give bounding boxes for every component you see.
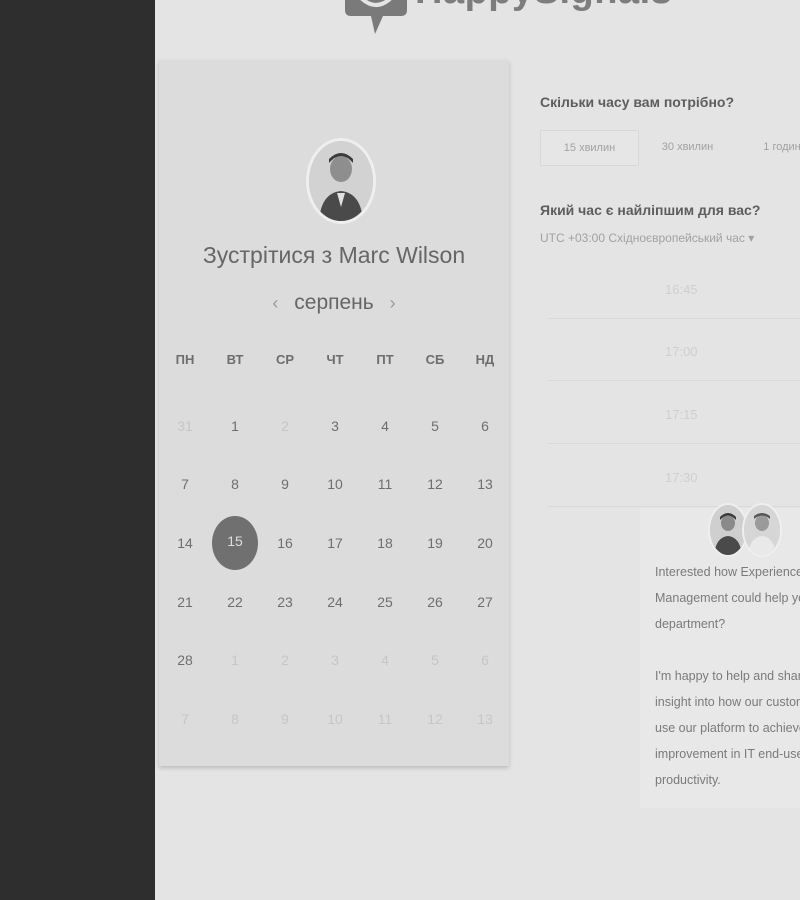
timezone-label: UTC +03:00 Східноєвропейський час (540, 231, 745, 245)
weekday-label: ВТ (226, 352, 244, 367)
calendar-day[interactable]: 16 (263, 521, 307, 565)
calendar-day: 1 (231, 652, 239, 668)
calendar-day[interactable]: 10 (313, 462, 357, 506)
booking-panel: Скільки часу вам потрібно? 15 хвилин 30 … (540, 0, 800, 900)
calendar-day: 7 (181, 711, 189, 727)
duration-option-15[interactable]: 15 хвилин (540, 130, 639, 166)
time-slot-label: 17:15 (665, 407, 698, 422)
left-dark-sidebar (0, 0, 155, 900)
calendar-card: Зустрітися з Marc Wilson ‹ серпень › ПН В… (159, 60, 509, 766)
calendar-day-selected[interactable]: 15 (212, 516, 258, 570)
weekday-label: НД (475, 352, 495, 367)
calendar-day[interactable]: 21 (163, 580, 207, 624)
chat-line: Management could help yo (655, 591, 800, 605)
agent-avatar (742, 503, 782, 557)
caret-down-icon: ▾ (748, 231, 755, 245)
time-question: Який час є найліпшим для вас? (540, 202, 761, 218)
weekday-label: ПН (175, 352, 195, 367)
calendar-day[interactable]: 14 (163, 521, 207, 565)
calendar-day[interactable]: 22 (213, 580, 257, 624)
calendar-day: 11 (377, 711, 393, 727)
calendar-day[interactable]: 8 (213, 462, 257, 506)
calendar-day: 2 (281, 652, 289, 668)
time-slot[interactable]: 17:00 (548, 328, 800, 381)
duration-option-30[interactable]: 30 хвилин (640, 130, 735, 164)
calendar-day: 4 (381, 652, 389, 668)
chat-paragraph: I'm happy to help and shar insight into … (655, 663, 800, 793)
time-slot[interactable]: 17:15 (548, 391, 800, 444)
calendar-day[interactable]: 18 (363, 521, 407, 565)
calendar-day[interactable]: 19 (413, 521, 457, 565)
calendar-day: 5 (431, 652, 439, 668)
chat-avatars (708, 503, 788, 557)
chat-line: productivity. (655, 773, 721, 787)
calendar-day[interactable]: 4 (363, 404, 407, 448)
chat-message: Interested how Experience Management cou… (655, 559, 800, 819)
weekday-header: ПН ВТ СР ЧТ ПТ СБ НД (159, 352, 509, 372)
time-slot-label: 17:00 (665, 344, 698, 359)
person-photo-icon (710, 505, 746, 555)
weekday-label: ПТ (376, 352, 394, 367)
calendar-day[interactable]: 27 (463, 580, 507, 624)
calendar-day: 12 (427, 711, 443, 727)
calendar-day[interactable]: 6 (463, 404, 507, 448)
calendar-day[interactable]: 17 (313, 521, 357, 565)
calendar-day[interactable]: 7 (163, 462, 207, 506)
calendar-day[interactable]: 1 (213, 404, 257, 448)
calendar-day[interactable]: 23 (263, 580, 307, 624)
calendar-day[interactable]: 24 (313, 580, 357, 624)
calendar-day: 9 (281, 711, 289, 727)
chat-line: use our platform to achieve (655, 721, 800, 735)
month-navigator: ‹ серпень › (159, 291, 509, 315)
calendar-day: 8 (231, 711, 239, 727)
calendar-day: 31 (177, 418, 193, 434)
calendar-day[interactable]: 20 (463, 521, 507, 565)
chat-line: Interested how Experience (655, 565, 800, 579)
calendar-day[interactable]: 11 (363, 462, 407, 506)
calendar-day[interactable]: 9 (263, 462, 307, 506)
calendar-day[interactable]: 25 (363, 580, 407, 624)
weekday-label: СБ (425, 352, 445, 367)
month-label: серпень (294, 291, 374, 314)
calendar-day[interactable]: 28 (163, 638, 207, 682)
duration-question: Скільки часу вам потрібно? (540, 94, 735, 110)
weekday-label: СР (275, 352, 295, 367)
calendar-day[interactable]: 12 (413, 462, 457, 506)
prev-month-chevron-icon[interactable]: ‹ (262, 293, 288, 313)
time-slot[interactable]: 17:30 (548, 454, 800, 507)
time-slot-label: 17:30 (665, 470, 698, 485)
person-photo-icon (744, 505, 780, 555)
chat-line: department? (655, 617, 726, 631)
speech-bubble-logo-icon (345, 0, 407, 34)
time-slot-label: 16:45 (665, 282, 698, 297)
host-avatar (306, 138, 376, 224)
chat-line: insight into how our custom (655, 695, 800, 709)
chat-line: I'm happy to help and shar (655, 669, 800, 683)
calendar-day[interactable]: 5 (413, 404, 457, 448)
calendar-day: 3 (331, 652, 339, 668)
scheduler-page: HappySignals Зустрітися з Marc Wilson ‹ … (155, 0, 800, 900)
calendar-day: 13 (477, 711, 493, 727)
duration-option-60[interactable]: 1 годин (742, 130, 800, 164)
timezone-selector[interactable]: UTC +03:00 Східноєвропейський час ▾ (540, 231, 754, 245)
calendar-day[interactable]: 26 (413, 580, 457, 624)
calendar-day[interactable]: 3 (313, 404, 357, 448)
calendar-day: 2 (281, 418, 289, 434)
weekday-label: ЧТ (326, 352, 344, 367)
chat-line: improvement in IT end-use (655, 747, 800, 761)
meeting-title: Зустрітися з Marc Wilson (202, 242, 466, 268)
calendar-day: 10 (327, 711, 343, 727)
person-photo-icon (309, 141, 373, 221)
calendar-day: 6 (481, 652, 489, 668)
chat-paragraph: Interested how Experience Management cou… (655, 559, 800, 637)
next-month-chevron-icon[interactable]: › (380, 293, 406, 313)
calendar-day[interactable]: 13 (463, 462, 507, 506)
time-slot[interactable]: 16:45 (548, 266, 800, 319)
